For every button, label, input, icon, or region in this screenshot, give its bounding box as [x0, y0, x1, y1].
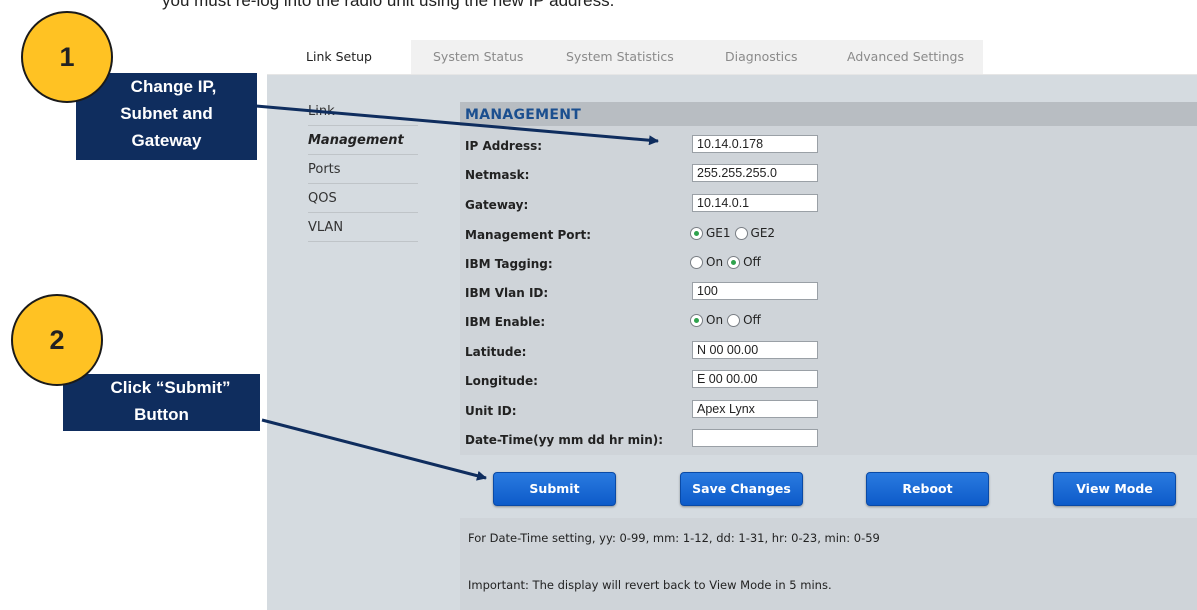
arrow-to-ip-field	[255, 104, 659, 146]
callout-step2-line2: Button	[134, 405, 189, 424]
callout-step1: Change IP, Subnet and Gateway	[76, 73, 257, 160]
callout-step2: Click “Submit” Button	[63, 374, 260, 431]
callout-step2-line1: Click “Submit”	[110, 378, 231, 397]
step1-badge: 1	[21, 11, 113, 103]
callout-step1-line2: Subnet and	[120, 104, 213, 123]
arrow-to-submit	[261, 418, 487, 481]
step2-badge: 2	[11, 294, 103, 386]
callout-step1-line3: Gateway	[131, 131, 202, 150]
